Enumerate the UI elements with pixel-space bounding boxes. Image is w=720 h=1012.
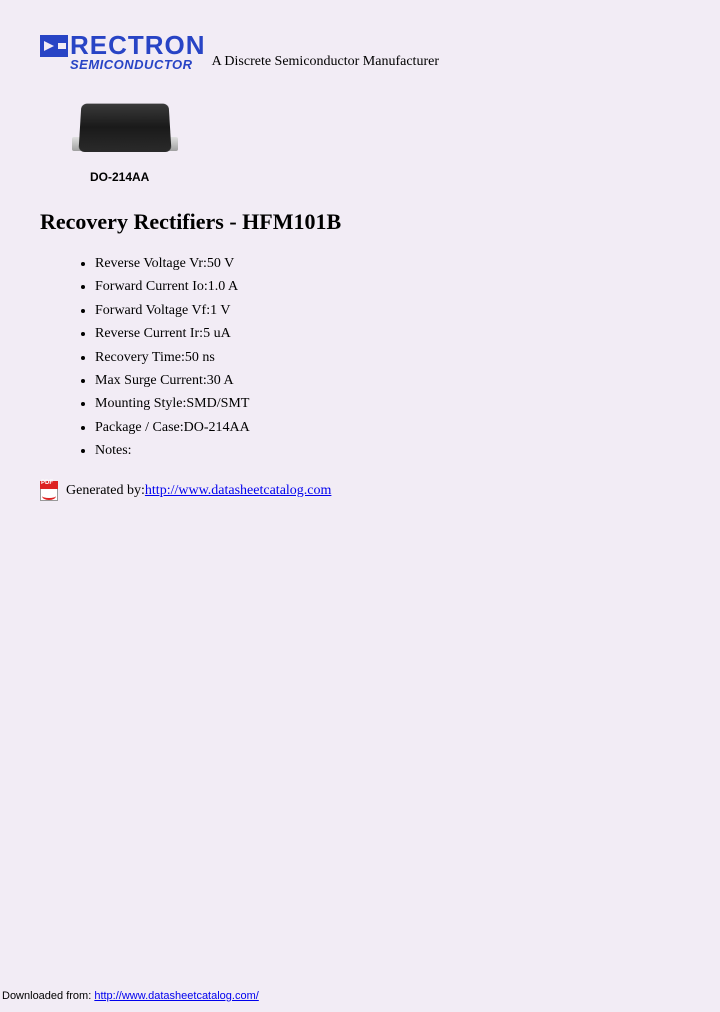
component-section: DO-214AA bbox=[70, 92, 680, 184]
header-row: RECTRON SEMICONDUCTOR A Discrete Semicon… bbox=[40, 30, 680, 72]
component-image bbox=[70, 92, 180, 162]
generated-by-label: Generated by: bbox=[66, 483, 145, 499]
company-tagline: A Discrete Semiconductor Manufacturer bbox=[212, 54, 439, 70]
spec-item: Forward Current Io:1.0 A bbox=[95, 276, 680, 298]
spec-item: Reverse Current Ir:5 uA bbox=[95, 323, 680, 345]
footer: Downloaded from: http://www.datasheetcat… bbox=[2, 990, 259, 1002]
spec-list: Reverse Voltage Vr:50 V Forward Current … bbox=[95, 253, 680, 463]
spec-item: Forward Voltage Vf:1 V bbox=[95, 300, 680, 322]
generated-by-link[interactable]: http://www.datasheetcatalog.com bbox=[145, 483, 331, 499]
diode-icon bbox=[40, 35, 68, 57]
spec-item: Mounting Style:SMD/SMT bbox=[95, 393, 680, 415]
spec-item: Max Surge Current:30 A bbox=[95, 370, 680, 392]
pdf-icon: PDF bbox=[40, 481, 60, 501]
footer-link[interactable]: http://www.datasheetcatalog.com/ bbox=[94, 990, 258, 1002]
spec-item: Package / Case:DO-214AA bbox=[95, 417, 680, 439]
spec-item: Notes: bbox=[95, 440, 680, 462]
page-title: Recovery Rectifiers - HFM101B bbox=[40, 209, 680, 235]
company-logo: RECTRON SEMICONDUCTOR bbox=[40, 30, 206, 72]
spec-item: Reverse Voltage Vr:50 V bbox=[95, 253, 680, 275]
component-package-label: DO-214AA bbox=[90, 170, 680, 184]
spec-item: Recovery Time:50 ns bbox=[95, 347, 680, 369]
logo-text-sub: SEMICONDUCTOR bbox=[70, 57, 206, 72]
generated-by-row: PDF Generated by: http://www.datasheetca… bbox=[40, 481, 680, 501]
footer-label: Downloaded from: bbox=[2, 990, 94, 1002]
